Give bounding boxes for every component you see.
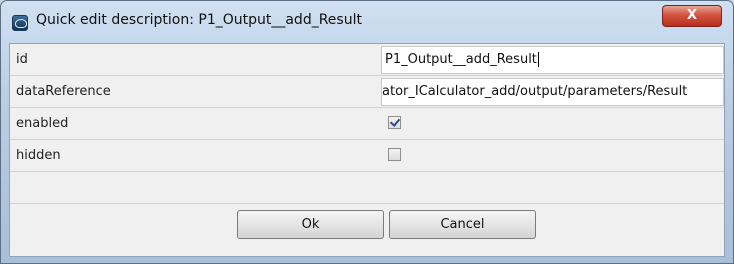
title-bar[interactable]: Quick edit description: P1_Output__add_R… xyxy=(1,1,733,43)
app-icon xyxy=(12,15,28,31)
empty-row xyxy=(10,172,724,204)
datareference-input[interactable]: ator_ICalculator_add/output/parameters/R… xyxy=(381,78,724,106)
property-label-enabled: enabled xyxy=(16,116,69,131)
button-bar: Ok Cancel xyxy=(10,204,724,256)
close-button[interactable]: X xyxy=(662,5,722,27)
property-label-datareference: dataReference xyxy=(16,84,111,99)
dialog-title: Quick edit description: P1_Output__add_R… xyxy=(36,12,362,28)
id-input-text: P1_Output__add_Result xyxy=(385,52,537,67)
datareference-input-text: ator_ICalculator_add/output/parameters/R… xyxy=(382,84,688,99)
hidden-checkbox[interactable] xyxy=(388,148,401,161)
property-value-cell xyxy=(381,108,724,139)
property-label-hidden: hidden xyxy=(16,148,61,163)
quick-edit-dialog: Quick edit description: P1_Output__add_R… xyxy=(0,0,734,264)
property-value-cell: ator_ICalculator_add/output/parameters/R… xyxy=(381,76,724,107)
cancel-button[interactable]: Cancel xyxy=(389,210,536,239)
property-label-id: id xyxy=(16,52,28,67)
property-row-id: id P1_Output__add_Result xyxy=(10,44,724,76)
ok-button[interactable]: Ok xyxy=(237,210,384,239)
property-row-hidden: hidden xyxy=(10,140,724,172)
property-value-cell xyxy=(381,140,724,171)
text-caret xyxy=(537,52,539,67)
property-value-cell: P1_Output__add_Result xyxy=(381,44,724,75)
property-row-enabled: enabled xyxy=(10,108,724,140)
property-grid: id P1_Output__add_Result dataReference a… xyxy=(9,43,725,257)
enabled-checkbox[interactable] xyxy=(388,116,401,129)
property-row-datareference: dataReference ator_ICalculator_add/outpu… xyxy=(10,76,724,108)
id-input[interactable]: P1_Output__add_Result xyxy=(381,46,724,74)
